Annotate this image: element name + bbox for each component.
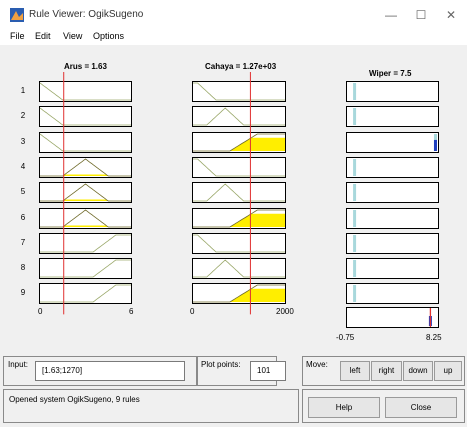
- wiper-output-bar-4: [353, 158, 357, 176]
- cahaya-plot-rule-6: [192, 207, 286, 229]
- input-field[interactable]: [1.63;1270]: [35, 361, 185, 381]
- rule-number-5: 5: [20, 187, 26, 197]
- arus-plot-rule-6: [39, 207, 132, 229]
- plot-points-field[interactable]: 101: [250, 361, 286, 381]
- wiper-plot-rule-1: [346, 81, 439, 102]
- wiper-aggregate-plot: [346, 306, 439, 328]
- wiper-title: Wiper = 7.5: [369, 69, 412, 78]
- arus-plot-rule-3: [39, 131, 132, 153]
- arus-mf-curve-5: [40, 183, 131, 202]
- arus-plot-rule-4: [39, 156, 132, 178]
- rule-number-7: 7: [20, 237, 26, 247]
- matlab-app-icon: [10, 8, 24, 22]
- move-label: Move:: [306, 360, 328, 369]
- wiper-output-bar-8: [353, 260, 357, 278]
- input-label: Input:: [8, 360, 29, 369]
- wiper-output-bar-5: [353, 184, 357, 202]
- wiper-output-bar-9: [353, 285, 357, 303]
- wiper-output-bar-7: [353, 234, 357, 252]
- cahaya-mf-curve-8: [193, 259, 285, 278]
- rule-number-4: 4: [20, 161, 26, 171]
- cahaya-plot-rule-2: [192, 106, 286, 128]
- cahaya-plot-rule-1: [192, 81, 286, 102]
- menu-view[interactable]: View: [63, 31, 82, 41]
- menu-file[interactable]: File: [10, 31, 25, 41]
- wiper-output-bar-2: [353, 108, 357, 126]
- cahaya-axis-max: 2000: [276, 307, 294, 316]
- move-right-button[interactable]: right: [371, 361, 402, 381]
- cahaya-plot-rule-9: [192, 283, 286, 305]
- arus-plot-rule-1: [39, 81, 132, 102]
- cahaya-activation-fill-6: [193, 213, 285, 227]
- cahaya-mf-curve-2: [193, 107, 285, 126]
- cahaya-mf-curve-1: [193, 82, 285, 101]
- move-up-button[interactable]: up: [434, 361, 462, 381]
- wiper-output-strength-3: [433, 139, 437, 151]
- arus-axis-min: 0: [38, 307, 43, 316]
- status-text: Opened system OgikSugeno, 9 rules: [9, 395, 140, 404]
- cahaya-axis-min: 0: [190, 307, 195, 316]
- rule-number-1: 1: [20, 86, 26, 95]
- rule-number-3: 3: [20, 136, 26, 146]
- cahaya-plot-rule-4: [192, 156, 286, 178]
- wiper-plot-rule-8: [346, 258, 439, 280]
- wiper-plot-rule-7: [346, 232, 439, 254]
- arus-plot-rule-7: [39, 232, 132, 254]
- wiper-output-bar-6: [353, 209, 357, 227]
- cahaya-mf-curve-4: [193, 158, 285, 177]
- move-down-button[interactable]: down: [403, 361, 433, 381]
- menu-edit[interactable]: Edit: [35, 31, 51, 41]
- close-window-button[interactable]: ✕: [436, 4, 466, 26]
- minimize-button[interactable]: —: [376, 4, 406, 26]
- cahaya-plot-rule-8: [192, 258, 286, 280]
- close-button[interactable]: Close: [385, 397, 457, 418]
- cahaya-plot-rule-7: [192, 232, 286, 254]
- arus-mf-curve-8: [40, 259, 131, 278]
- arus-plot-rule-8: [39, 258, 132, 280]
- wiper-plot-rule-5: [346, 182, 439, 204]
- rule-number-2: 2: [20, 111, 26, 121]
- cahaya-plot-rule-3: [192, 131, 286, 153]
- wiper-plot-rule-2: [346, 106, 439, 128]
- arus-axis-max: 6: [129, 307, 134, 316]
- arus-mf-curve-2: [39, 107, 131, 126]
- cahaya-activation-fill-9: [193, 289, 285, 303]
- arus-mf-curve-9: [40, 284, 131, 303]
- wiper-plot-rule-6: [346, 207, 439, 229]
- arus-mf-curve-1: [39, 82, 131, 101]
- wiper-axis-min: -0.75: [336, 333, 355, 342]
- wiper-output-bar-1: [353, 83, 357, 100]
- wiper-plot-rule-3: [346, 131, 439, 153]
- rule-number-6: 6: [20, 212, 26, 222]
- cahaya-plot-rule-5: [192, 182, 286, 204]
- arus-mf-curve-3: [39, 133, 131, 151]
- rule-number-9: 9: [20, 288, 26, 298]
- arus-plot-rule-2: [39, 106, 132, 128]
- move-left-button[interactable]: left: [340, 361, 370, 381]
- menu-options[interactable]: Options: [93, 31, 124, 41]
- cahaya-activation-fill-3: [193, 137, 285, 151]
- arus-plot-rule-9: [39, 283, 132, 305]
- arus-plot-rule-5: [39, 182, 132, 204]
- wiper-plot-rule-4: [346, 156, 439, 178]
- cahaya-mf-curve-5: [193, 183, 285, 202]
- rule-number-8: 8: [20, 263, 26, 273]
- cahaya-mf-curve-7: [193, 234, 285, 253]
- wiper-axis-max: 8.25: [426, 333, 442, 342]
- arus-title: Arus = 1.63: [64, 62, 107, 71]
- cahaya-title: Cahaya = 1.27e+03: [205, 62, 277, 71]
- arus-mf-curve-6: [40, 209, 131, 227]
- wiper-plot-rule-9: [346, 283, 439, 305]
- plot-points-label: Plot points:: [201, 360, 241, 369]
- arus-mf-curve-4: [40, 158, 131, 177]
- arus-mf-curve-7: [40, 234, 131, 253]
- help-button[interactable]: Help: [308, 397, 380, 418]
- maximize-button[interactable]: ☐: [406, 4, 436, 26]
- window-title: Rule Viewer: OgikSugeno: [29, 9, 144, 20]
